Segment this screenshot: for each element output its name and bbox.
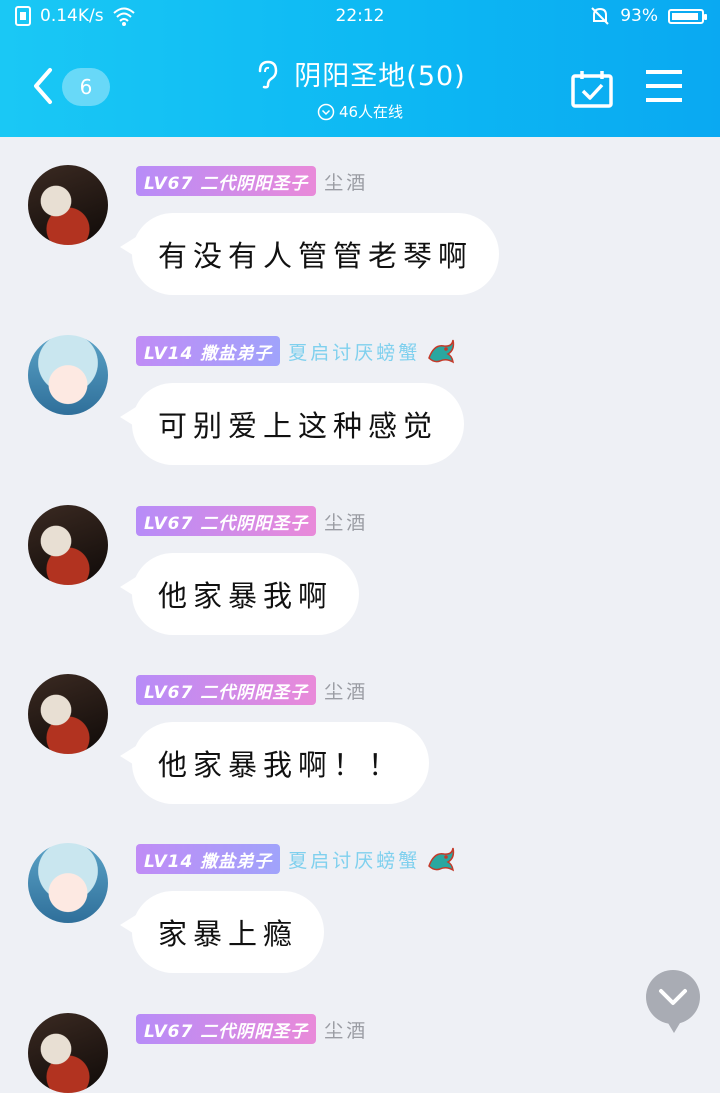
avatar[interactable]	[28, 843, 108, 923]
dragon-medal-icon	[428, 339, 455, 364]
message-bubble[interactable]: 有没有人管管老琴啊	[119, 213, 500, 295]
status-right: 93%	[590, 6, 707, 26]
chevron-down-icon	[659, 989, 687, 1005]
sender-name[interactable]: 夏启讨厌螃蟹	[288, 846, 420, 873]
avatar[interactable]	[28, 505, 108, 585]
dragon-medal-icon	[428, 847, 455, 872]
group-name: 阴阳圣地(50)	[294, 61, 466, 92]
level-badge: LV67 二代阴阳圣子	[136, 506, 317, 536]
avatar[interactable]	[28, 335, 108, 415]
sender-meta: LV67 二代阴阳圣子 尘酒	[136, 166, 368, 196]
status-bar: 0.14K/s 22:12 93%	[0, 0, 720, 36]
level-badge: LV67 二代阴阳圣子	[136, 1014, 317, 1044]
level-badge: LV14 撒盐弟子	[136, 844, 281, 874]
chat-header: 0.14K/s 22:12 93% 6 阴阳圣地(50) 46人在线	[0, 0, 720, 137]
message-bubble[interactable]: 他家暴我啊	[119, 553, 360, 635]
sender-meta: LV67 二代阴阳圣子 尘酒	[136, 506, 368, 536]
message-bubble[interactable]: 家暴上瘾	[119, 891, 325, 973]
level-badge: LV67 二代阴阳圣子	[136, 166, 317, 196]
sender-name[interactable]: 尘酒	[324, 1016, 368, 1043]
sender-name[interactable]: 尘酒	[324, 168, 368, 195]
chevron-down-circle-icon	[317, 103, 335, 120]
ear-icon	[259, 60, 278, 88]
scroll-to-bottom-button[interactable]	[646, 970, 700, 1033]
sender-meta: LV67 二代阴阳圣子 尘酒	[136, 1014, 368, 1044]
mute-bell-icon	[591, 7, 609, 25]
avatar[interactable]	[28, 674, 108, 754]
battery-percent: 93%	[620, 6, 658, 26]
avatar[interactable]	[28, 165, 108, 245]
level-badge: LV14 撒盐弟子	[136, 336, 281, 366]
calendar-check-icon[interactable]	[571, 70, 613, 108]
sender-meta: LV14 撒盐弟子 夏启讨厌螃蟹	[136, 336, 456, 366]
online-count: 46人在线	[338, 103, 404, 121]
sender-name[interactable]: 夏启讨厌螃蟹	[288, 338, 420, 365]
battery-fill	[672, 12, 699, 20]
battery-icon	[668, 8, 707, 24]
sender-name[interactable]: 尘酒	[324, 508, 368, 535]
sender-name[interactable]: 尘酒	[324, 677, 368, 704]
avatar[interactable]	[28, 1013, 108, 1093]
menu-icon[interactable]	[646, 70, 682, 102]
sender-meta: LV67 二代阴阳圣子 尘酒	[136, 675, 368, 705]
group-title: 阴阳圣地(50)	[254, 54, 465, 93]
level-badge: LV67 二代阴阳圣子	[136, 675, 317, 705]
message-bubble[interactable]: 他家暴我啊！！	[119, 722, 430, 804]
sender-meta: LV14 撒盐弟子 夏启讨厌螃蟹	[136, 844, 456, 874]
message-bubble[interactable]: 可别爱上这种感觉	[119, 383, 465, 465]
